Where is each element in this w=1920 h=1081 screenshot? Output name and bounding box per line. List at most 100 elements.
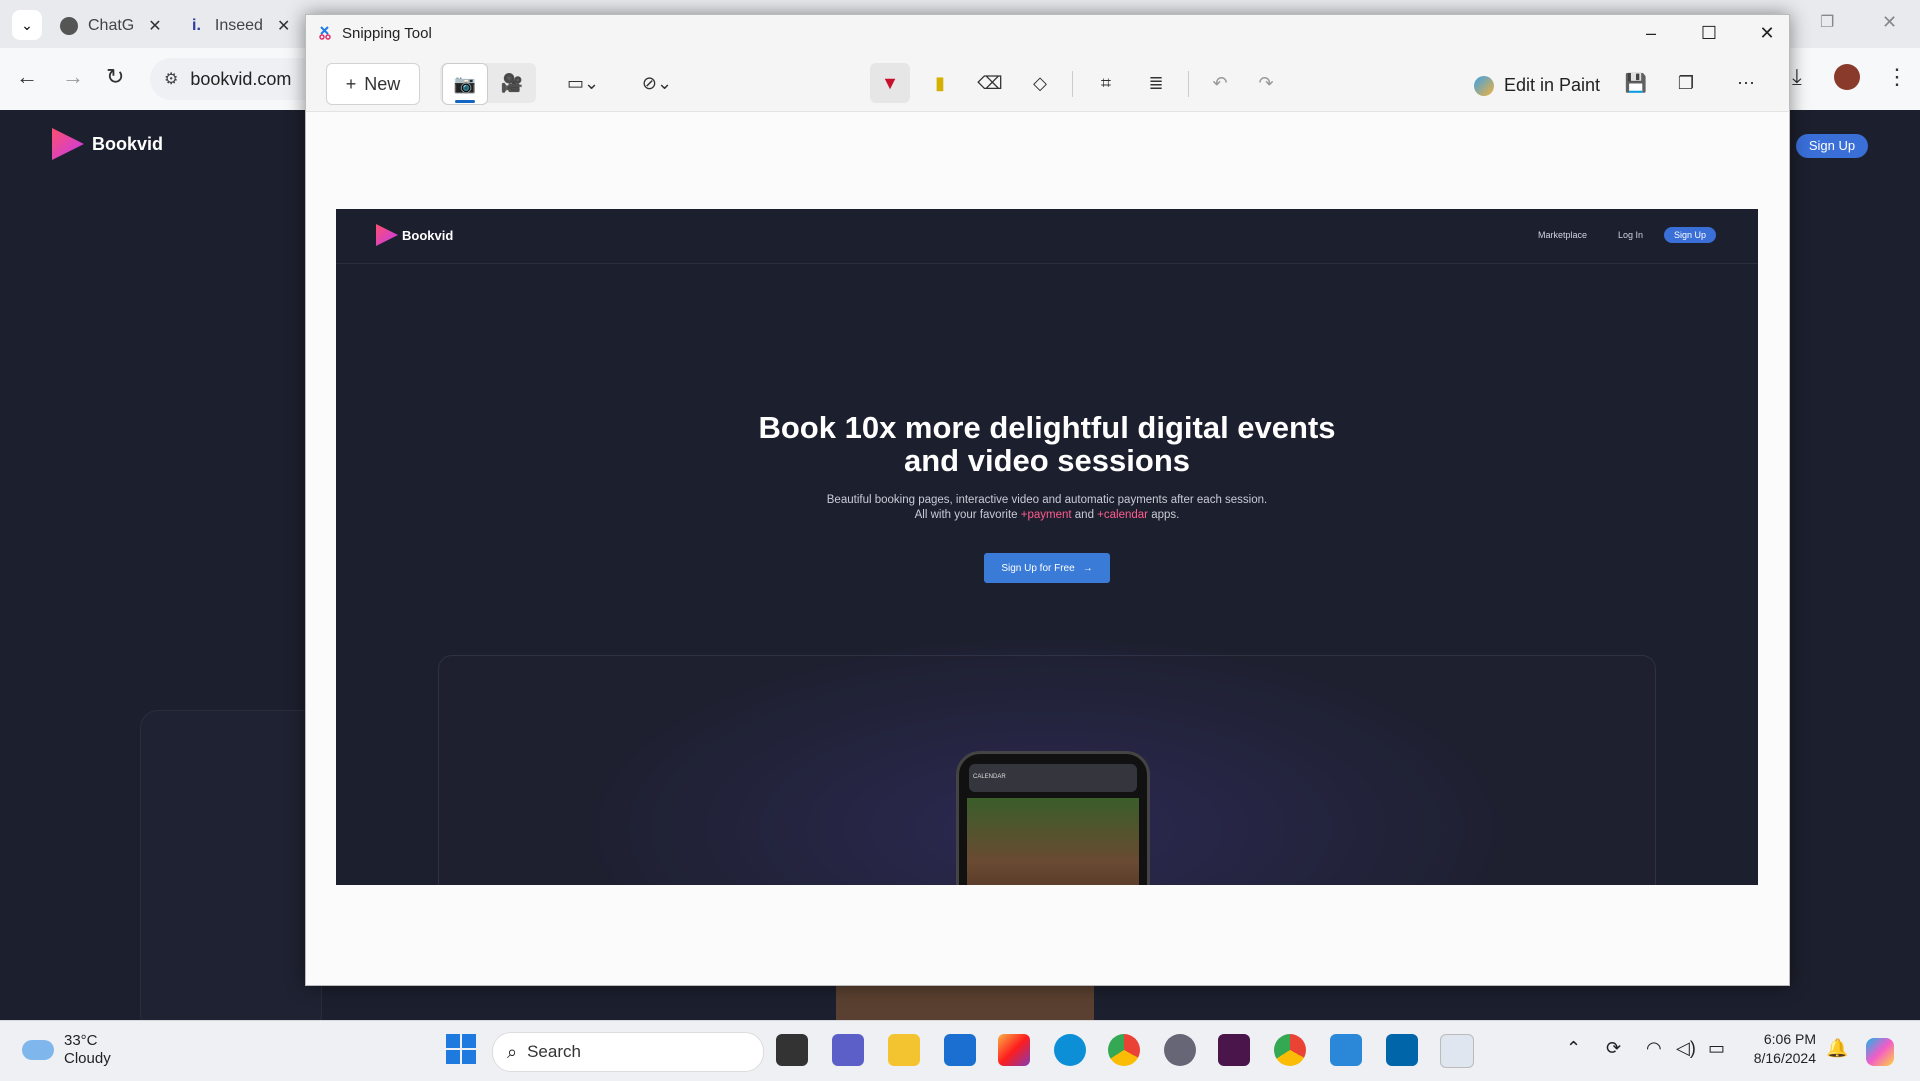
windows-logo-tile: [446, 1034, 460, 1048]
hero-subtitle: Beautiful booking pages, interactive vid…: [636, 493, 1458, 523]
maximize-icon[interactable]: ☐: [1680, 15, 1738, 51]
brand-name: Bookvid: [92, 133, 164, 154]
tab-title: Inseed: [214, 17, 263, 34]
cta-label: Sign Up for Free: [1001, 562, 1075, 574]
edit-in-paint-button[interactable]: Edit in Paint: [1474, 75, 1600, 96]
photos-icon[interactable]: [1330, 1034, 1362, 1066]
video-mode-icon[interactable]: 🎥: [490, 63, 534, 103]
nav-login: Log In: [1618, 230, 1644, 240]
settings-icon[interactable]: [1164, 1034, 1196, 1066]
captured-signup-button: Sign Up: [1664, 227, 1716, 243]
eraser-icon[interactable]: ⌫: [970, 63, 1010, 103]
save-icon[interactable]: 💾: [1616, 63, 1656, 103]
delay-timer-icon[interactable]: ⊘⌄: [632, 63, 682, 103]
phone-calendar-label: CALENDAR: [973, 774, 1006, 780]
hero-title-line-1: Book 10x more delightful digital events: [758, 410, 1336, 445]
instagram-icon[interactable]: [998, 1034, 1030, 1066]
close-icon[interactable]: ✕: [148, 16, 161, 36]
chevron-up-icon[interactable]: ⌃: [1566, 1038, 1581, 1059]
more-icon[interactable]: ⋯: [1726, 63, 1766, 103]
indeed-icon: i.: [192, 17, 201, 34]
copy-icon[interactable]: ❐: [1666, 63, 1706, 103]
new-snip-button[interactable]: + New: [326, 63, 420, 105]
chrome-icon[interactable]: [1108, 1034, 1140, 1066]
bg-brand-logo[interactable]: Bookvid: [52, 128, 163, 160]
snipping-tool-icon: [319, 26, 331, 40]
volume-icon[interactable]: ◁): [1676, 1038, 1696, 1059]
crop-icon[interactable]: ⌗: [1086, 63, 1126, 103]
captured-brand-name: Bookvid: [402, 227, 454, 243]
taskbar-search[interactable]: ⌕ Search: [492, 1032, 764, 1072]
notification-bell-icon[interactable]: 🔔: [1826, 1038, 1848, 1059]
divider: [1188, 71, 1189, 97]
wifi-icon[interactable]: ◠: [1646, 1038, 1662, 1059]
start-button[interactable]: [446, 1034, 476, 1064]
ballpoint-pen-icon[interactable]: ▼: [870, 63, 910, 103]
hero-subtitle-line-2: All with your favorite +payment and +cal…: [636, 508, 1458, 523]
undo-icon[interactable]: ↶: [1200, 63, 1240, 103]
title-bar: Snipping Tool – ☐ ✕: [306, 15, 1789, 51]
calendar-link: +calendar: [1097, 509, 1149, 521]
copilot-icon[interactable]: [1866, 1038, 1894, 1066]
search-label: Search: [527, 1042, 581, 1061]
video-call-person-image: [967, 798, 1139, 885]
browser-menu-icon[interactable]: ⋮: [1886, 64, 1908, 90]
close-icon[interactable]: ✕: [1738, 15, 1796, 51]
tab-title: ChatG: [88, 17, 135, 34]
close-window-icon[interactable]: ✕: [1882, 12, 1897, 33]
snipping-tool-taskbar-icon[interactable]: [1440, 1034, 1474, 1068]
sub-text: All with your favorite: [914, 509, 1018, 521]
system-clock[interactable]: 6:06 PM 8/16/2024: [1750, 1030, 1816, 1068]
snip-toolbar: + New 📷 🎥 ▭⌄ ⊘⌄ ▼ ▮ ⌫ ◇ ⌗ ≣ ↶ ↷ Edit in …: [306, 51, 1789, 112]
captured-screenshot: Bookvid Marketplace Log In Sign Up Book …: [336, 209, 1758, 885]
text-actions-icon[interactable]: ≣: [1136, 63, 1176, 103]
temperature: 33°C: [64, 1032, 98, 1049]
bookvid-logo-icon: [52, 128, 84, 160]
arrow-right-icon: →: [1082, 562, 1093, 574]
payment-link: +payment: [1020, 509, 1072, 521]
teams-icon[interactable]: [832, 1034, 864, 1066]
bg-signup-button[interactable]: Sign Up: [1796, 134, 1868, 158]
avatar[interactable]: [1834, 64, 1860, 90]
windows-logo-tile: [446, 1050, 460, 1064]
date: 8/16/2024: [1753, 1050, 1816, 1066]
slack-icon[interactable]: [1218, 1034, 1250, 1066]
close-icon[interactable]: ✕: [277, 16, 290, 36]
redo-icon[interactable]: ↷: [1246, 63, 1286, 103]
task-view-icon[interactable]: [776, 1034, 808, 1066]
hero-title: Book 10x more delightful digital events …: [636, 411, 1458, 477]
forward-icon[interactable]: →: [62, 64, 84, 90]
site-info-icon[interactable]: ⚙: [164, 69, 178, 89]
battery-icon[interactable]: ▭: [1708, 1038, 1725, 1059]
weather-condition: Cloudy: [64, 1050, 111, 1067]
back-icon[interactable]: ←: [16, 64, 38, 90]
search-icon: ⌕: [507, 1041, 518, 1062]
microsoft-store-icon[interactable]: [944, 1034, 976, 1066]
hero-subtitle-line-1: Beautiful booking pages, interactive vid…: [826, 494, 1268, 506]
edge-icon[interactable]: [1054, 1034, 1086, 1066]
time: 6:06 PM: [1763, 1031, 1816, 1047]
url-text: bookvid.com: [190, 68, 292, 89]
weather-widget[interactable]: 33°C Cloudy: [22, 1032, 111, 1068]
highlighter-icon[interactable]: ▮: [920, 63, 960, 103]
vscode-icon[interactable]: [1386, 1034, 1418, 1066]
rectangle-snip-icon[interactable]: ▭⌄: [558, 63, 608, 103]
restore-icon[interactable]: ❐: [1820, 12, 1834, 32]
bg-card: [140, 710, 322, 1032]
nav-marketplace: Marketplace: [1538, 230, 1588, 240]
plus-icon: +: [345, 73, 357, 94]
shapes-icon[interactable]: ◇: [1020, 63, 1060, 103]
tab-chatgpt[interactable]: ChatG ✕: [60, 8, 162, 44]
minimize-icon[interactable]: –: [1622, 15, 1680, 51]
screenshot-mode-icon[interactable]: 📷: [442, 63, 488, 105]
hero-title-line-2: and video sessions: [904, 443, 1190, 478]
tab-list-chevron-icon[interactable]: ⌄: [12, 10, 42, 40]
tab-indeed[interactable]: i. Inseed ✕: [192, 8, 290, 44]
chrome-profile-icon[interactable]: [1274, 1034, 1306, 1066]
sync-icon[interactable]: ⟳: [1606, 1038, 1621, 1059]
reload-icon[interactable]: ↻: [106, 64, 124, 90]
file-explorer-icon[interactable]: [888, 1034, 920, 1066]
cloud-icon: [22, 1040, 54, 1060]
download-icon[interactable]: ⤓: [1792, 64, 1802, 90]
phone-mockup: CALENDAR: [956, 751, 1150, 885]
